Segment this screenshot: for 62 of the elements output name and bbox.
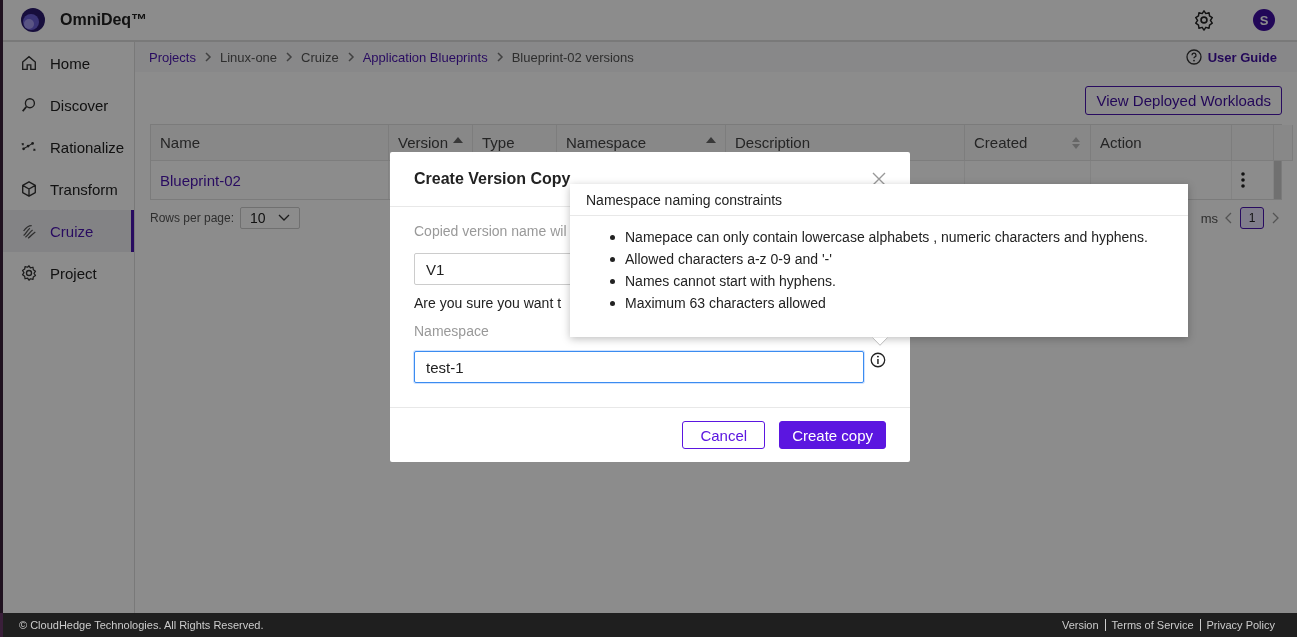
- next-page-icon[interactable]: [1270, 212, 1280, 224]
- breadcrumb-item: Blueprint-02 versions: [511, 49, 634, 65]
- rows-per-page-select[interactable]: 10: [240, 207, 300, 229]
- user-avatar[interactable]: S: [1253, 9, 1275, 31]
- constraint-item: Names cannot start with hyphens.: [625, 272, 836, 291]
- column-header[interactable]: Name: [151, 125, 389, 161]
- namespace-field[interactable]: test-1: [414, 351, 865, 383]
- bullet-icon: [610, 278, 615, 284]
- magnifier-icon: [20, 96, 38, 114]
- footer-link[interactable]: Terms of Service: [1104, 619, 1200, 631]
- breadcrumb-link[interactable]: Projects: [149, 49, 196, 65]
- constraint-item: Allowed characters a-z 0-9 and '-': [625, 250, 832, 269]
- close-icon[interactable]: [872, 172, 886, 186]
- previous-page-icon[interactable]: [1224, 212, 1234, 224]
- create-copy-button[interactable]: Create copy: [779, 421, 886, 449]
- chevron-icon: [495, 52, 504, 62]
- sidebar-item[interactable]: Home: [3, 42, 134, 84]
- footer-link[interactable]: Version: [1055, 619, 1105, 631]
- sidebar-item[interactable]: Project: [3, 252, 134, 294]
- breadcrumb-link[interactable]: Application Blueprints: [362, 49, 488, 65]
- breadcrumb-item: Cruize: [301, 49, 339, 65]
- help-icon: [1185, 49, 1202, 65]
- field-label: Namespace: [414, 323, 489, 341]
- app-name: OmniDeq™: [60, 11, 149, 29]
- settings-icon[interactable]: [1193, 9, 1215, 31]
- bullet-icon: [610, 234, 615, 240]
- name-link[interactable]: Blueprint-02: [151, 161, 389, 199]
- home-icon: [20, 54, 38, 72]
- user-guide-link[interactable]: User Guide: [1185, 49, 1277, 65]
- more-icon[interactable]: [1241, 172, 1245, 188]
- copyright-text: © CloudHedge Technologies. All Rights Reserved.: [19, 619, 265, 631]
- constraint-item: Namepace can only contain lowercase alphabets , numeric characters and hyphens.: [625, 228, 1148, 247]
- view-deployed-workloads-button[interactable]: View Deployed Workloads: [1085, 86, 1282, 115]
- breadcrumb-item: Linux-one: [219, 49, 278, 65]
- sidebar-item[interactable]: Transform: [3, 168, 134, 210]
- sidebar-item[interactable]: Rationalize: [3, 126, 134, 168]
- logo-icon: [20, 7, 46, 33]
- range-text: ms: [1200, 210, 1218, 226]
- footer-link[interactable]: Privacy Policy: [1199, 619, 1281, 631]
- chevron-down-icon: [277, 214, 290, 222]
- page-button[interactable]: 1: [1240, 207, 1264, 229]
- column-header[interactable]: Created: [965, 125, 1091, 161]
- sidebar-item[interactable]: Discover: [3, 84, 134, 126]
- chevron-icon: [285, 52, 294, 62]
- constraint-item: Maximum 63 characters allowed: [625, 294, 826, 313]
- confirm-text: Are you sure you want t: [414, 295, 562, 313]
- sidebar-item[interactable]: Cruize: [3, 210, 134, 252]
- hint-text: Copied version name wil: [414, 223, 567, 241]
- cube-icon: [20, 180, 38, 198]
- scrollbar[interactable]: [1274, 161, 1281, 199]
- chevron-icon: [203, 52, 212, 62]
- bullet-icon: [610, 300, 615, 306]
- info-icon[interactable]: [870, 352, 886, 368]
- dialog-title: Create Version Copy: [414, 170, 571, 188]
- column-header[interactable]: Action: [1091, 125, 1232, 161]
- tooltip-title: Namespace naming constraints: [570, 184, 1188, 216]
- bullet-icon: [610, 256, 615, 262]
- fingerprint-icon: [20, 222, 38, 240]
- chevron-icon: [346, 52, 355, 62]
- rows-per-page-label: Rows per page:: [150, 211, 235, 225]
- cancel-button[interactable]: Cancel: [682, 421, 766, 449]
- gear-icon: [20, 264, 38, 282]
